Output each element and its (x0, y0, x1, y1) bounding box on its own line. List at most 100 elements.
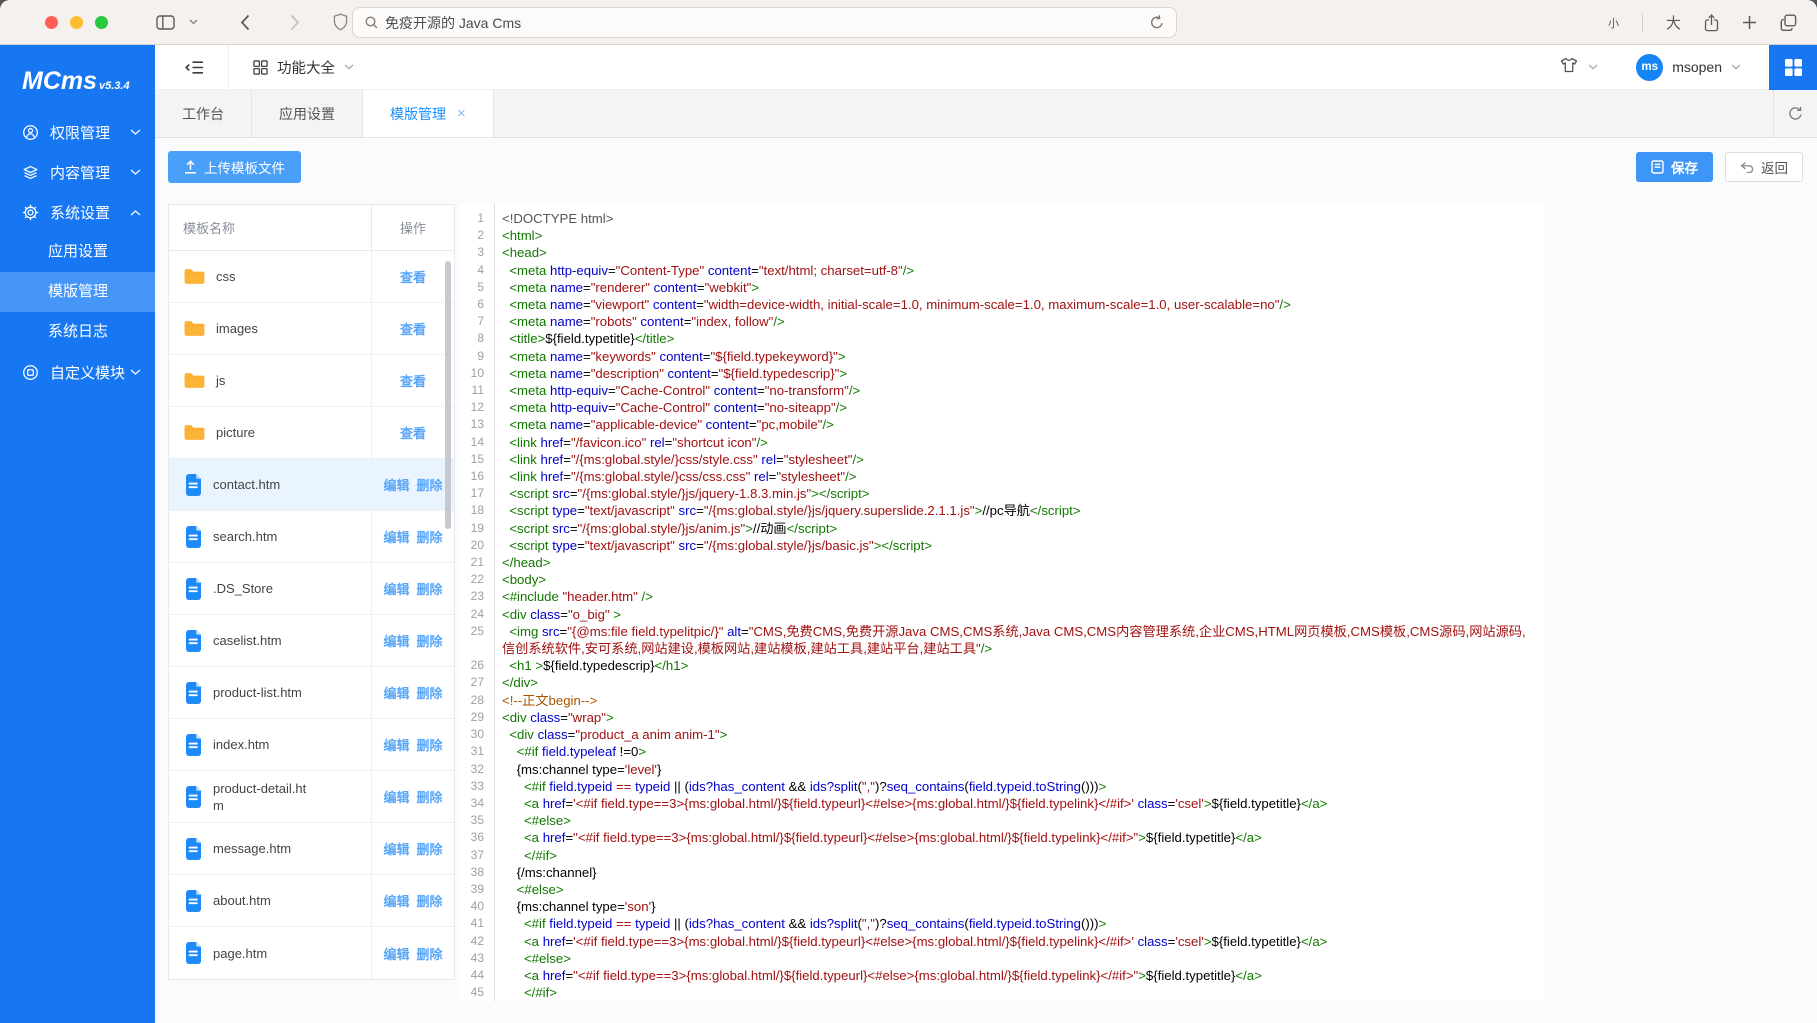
code-text: <#else> (502, 812, 1545, 829)
back-icon[interactable] (240, 14, 250, 31)
file-row-about.htm[interactable]: about.htm编辑删除 (169, 875, 454, 927)
text-size-small-button[interactable]: 小 (1608, 15, 1619, 31)
upload-template-button[interactable]: 上传模板文件 (168, 151, 301, 183)
browser-sidebar-icon[interactable] (156, 15, 175, 30)
edit-link[interactable]: 编辑 (383, 944, 409, 963)
sidebar-item-content[interactable]: 内容管理 (0, 152, 155, 192)
forward-icon[interactable] (290, 14, 300, 31)
code-text: <html> (502, 227, 1545, 244)
return-arrow-icon (1740, 161, 1754, 173)
code-editor[interactable]: 1<!DOCTYPE html>2<html>3<head>4 <meta ht… (460, 204, 1545, 1001)
collapse-sidebar-icon[interactable] (185, 60, 204, 75)
file-row-contact.htm[interactable]: contact.htm编辑删除 (169, 459, 454, 511)
tab-workbench[interactable]: 工作台 (155, 90, 252, 137)
line-number: 13 (460, 416, 493, 433)
sidebar-subitem-template-manage[interactable]: 模版管理 (0, 272, 155, 312)
delete-link[interactable]: 删除 (417, 683, 443, 702)
file-row-images[interactable]: images查看 (169, 303, 454, 355)
file-row-product-detail.htm[interactable]: product-detail.htm编辑删除 (169, 771, 454, 823)
line-number: 45 (460, 984, 493, 1001)
file-icon (183, 578, 203, 600)
minimize-window-button[interactable] (70, 16, 83, 29)
edit-link[interactable]: 编辑 (383, 683, 409, 702)
edit-link[interactable]: 编辑 (383, 891, 409, 910)
delete-link[interactable]: 删除 (417, 891, 443, 910)
edit-link[interactable]: 编辑 (383, 787, 409, 806)
back-button[interactable]: 返回 (1725, 152, 1803, 182)
theme-dropdown[interactable] (1560, 57, 1598, 78)
delete-link[interactable]: 删除 (417, 839, 443, 858)
delete-link[interactable]: 删除 (417, 631, 443, 650)
code-text: <meta name="description" content="${fiel… (502, 365, 1545, 382)
view-link[interactable]: 查看 (400, 371, 426, 390)
code-line: 17 <script src="/{ms:global.style/}js/jq… (460, 485, 1545, 502)
line-number: 21 (460, 554, 493, 571)
table-scrollbar-thumb[interactable] (445, 261, 451, 529)
edit-link[interactable]: 编辑 (383, 631, 409, 650)
tab-template-manage[interactable]: 模版管理× (363, 90, 494, 137)
code-line: 3<head> (460, 244, 1545, 261)
sidebar-nav: 权限管理内容管理系统设置应用设置模版管理系统日志自定义模块 (0, 112, 155, 392)
view-link[interactable]: 查看 (400, 267, 426, 286)
code-line: 42 <a href='<#if field.type==3>{ms:globa… (460, 933, 1545, 950)
avatar: ms (1636, 54, 1663, 81)
line-number: 25 (460, 623, 493, 640)
code-line: 18 <script type="text/javascript" src="/… (460, 502, 1545, 519)
view-link[interactable]: 查看 (400, 319, 426, 338)
address-bar[interactable]: 免疫开源的 Java Cms (352, 7, 1177, 38)
delete-link[interactable]: 删除 (417, 579, 443, 598)
code-line: 34 <a href='<#if field.type==3>{ms:globa… (460, 795, 1545, 812)
refresh-tab-icon[interactable] (1773, 90, 1817, 137)
chevron-down-icon[interactable] (189, 19, 198, 25)
delete-link[interactable]: 删除 (417, 735, 443, 754)
text-size-large-button[interactable]: 大 (1666, 12, 1681, 33)
save-button[interactable]: 保存 (1636, 152, 1713, 182)
edit-link[interactable]: 编辑 (383, 527, 409, 546)
delete-link[interactable]: 删除 (417, 527, 443, 546)
edit-link[interactable]: 编辑 (383, 579, 409, 598)
tab-app-settings[interactable]: 应用设置 (252, 90, 363, 137)
code-line: 6 <meta name="viewport" content="width=d… (460, 296, 1545, 313)
code-line: 4 <meta http-equiv="Content-Type" conten… (460, 262, 1545, 279)
delete-link[interactable]: 删除 (417, 944, 443, 963)
edit-link[interactable]: 编辑 (383, 475, 409, 494)
file-icon (183, 630, 203, 652)
view-link[interactable]: 查看 (400, 423, 426, 442)
sidebar-item-custom-module[interactable]: 自定义模块 (0, 352, 155, 392)
file-row-index.htm[interactable]: index.htm编辑删除 (169, 719, 454, 771)
file-row-picture[interactable]: picture查看 (169, 407, 454, 459)
app-header: 功能大全 ms msopen (155, 45, 1817, 90)
share-icon[interactable] (1704, 14, 1719, 32)
file-row-product-list.htm[interactable]: product-list.htm编辑删除 (169, 667, 454, 719)
reload-icon[interactable] (1150, 15, 1164, 30)
privacy-shield-icon[interactable] (333, 13, 348, 32)
delete-link[interactable]: 删除 (417, 475, 443, 494)
line-number: 36 (460, 829, 493, 846)
close-tab-icon[interactable]: × (457, 106, 466, 121)
file-row-.DS_Store[interactable]: .DS_Store编辑删除 (169, 563, 454, 615)
edit-link[interactable]: 编辑 (383, 839, 409, 858)
menu-all-label: 功能大全 (277, 57, 335, 78)
apps-grid-button[interactable] (1769, 45, 1817, 90)
code-lines: 1<!DOCTYPE html>2<html>3<head>4 <meta ht… (460, 210, 1545, 1001)
file-row-message.htm[interactable]: message.htm编辑删除 (169, 823, 454, 875)
file-row-css[interactable]: css查看 (169, 251, 454, 303)
menu-all-dropdown[interactable]: 功能大全 (253, 57, 354, 78)
zoom-window-button[interactable] (95, 16, 108, 29)
file-row-js[interactable]: js查看 (169, 355, 454, 407)
file-row-caselist.htm[interactable]: caselist.htm编辑删除 (169, 615, 454, 667)
delete-link[interactable]: 删除 (417, 787, 443, 806)
edit-link[interactable]: 编辑 (383, 735, 409, 754)
new-tab-icon[interactable] (1742, 15, 1757, 30)
file-row-page.htm[interactable]: page.htm编辑删除 (169, 927, 454, 979)
sidebar-item-permission[interactable]: 权限管理 (0, 112, 155, 152)
sidebar-subitem-app-settings[interactable]: 应用设置 (0, 232, 155, 272)
close-window-button[interactable] (45, 16, 58, 29)
file-row-search.htm[interactable]: search.htm编辑删除 (169, 511, 454, 563)
user-menu[interactable]: ms msopen (1636, 54, 1741, 81)
tab-overview-icon[interactable] (1780, 14, 1797, 31)
file-rows: css查看images查看js查看picture查看contact.htm编辑删… (169, 251, 454, 979)
logo-text: MCms (22, 67, 97, 96)
sidebar-subitem-system-log[interactable]: 系统日志 (0, 312, 155, 352)
sidebar-item-system-settings[interactable]: 系统设置 (0, 192, 155, 232)
